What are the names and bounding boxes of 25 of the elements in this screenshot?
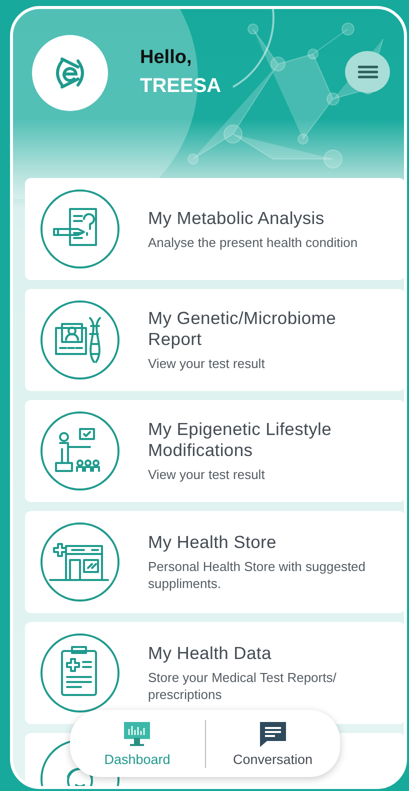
feature-description: Store your Medical Test Reports/ prescriptions xyxy=(148,669,338,703)
feature-title: My Health Data xyxy=(148,643,272,664)
dna-report-icon xyxy=(40,300,120,380)
feature-title: My Epigenetic Lifestyle Modifications xyxy=(148,419,333,461)
presentation-icon xyxy=(40,411,120,491)
clipboard-icon xyxy=(40,633,120,713)
feature-card[interactable]: My Metabolic Analysis Analyse the present health condition xyxy=(25,178,404,280)
feature-description: Personal Health Store with suggested suppliments. xyxy=(148,558,367,592)
feature-description: View your test result xyxy=(148,355,266,372)
store-icon xyxy=(40,522,120,602)
menu-icon xyxy=(358,65,378,79)
feature-title: My Health Store xyxy=(148,532,278,553)
chat-icon xyxy=(258,720,288,748)
feature-title: My Metabolic Analysis xyxy=(148,208,326,228)
feature-description: View your test result xyxy=(148,466,266,483)
feature-card[interactable]: My Health Store Personal Health Store with suggested suppliments. xyxy=(25,511,404,613)
feature-card[interactable]: My Health Data Store your Medical Test Reports/ prescriptions xyxy=(25,622,404,724)
feature-description: Analyse the present health condition xyxy=(148,234,359,250)
greeting: Hello, xyxy=(140,47,193,69)
feature-title: My Genetic/Microbiome Report xyxy=(148,308,338,350)
feature-card[interactable]: My Genetic/Microbiome Report View your test result xyxy=(25,289,404,391)
menu-button[interactable] xyxy=(345,51,390,93)
feature-card[interactable]: My Epigenetic Lifestyle Modifications View your test result xyxy=(25,400,404,502)
user-name: TREESA xyxy=(140,75,222,98)
question-document-icon xyxy=(40,189,120,269)
